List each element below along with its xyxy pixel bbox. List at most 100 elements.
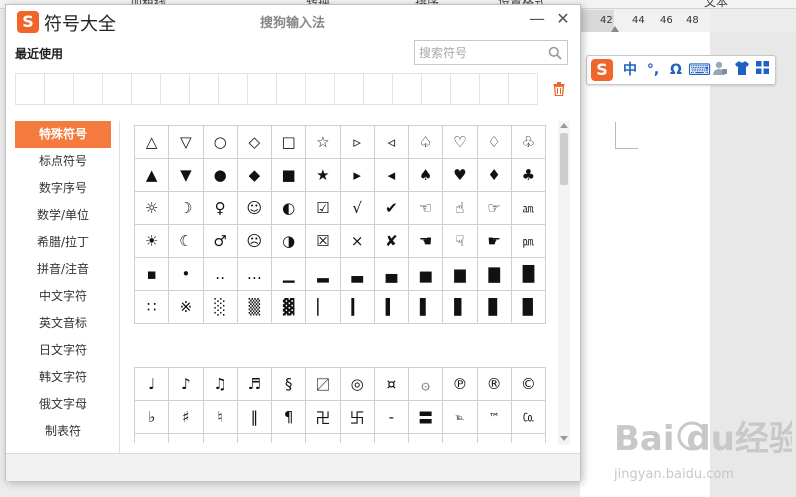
symbol-cell[interactable]: ◎ [340,368,375,401]
recent-symbol-cell[interactable] [305,73,335,105]
symbol-cell[interactable]: ░ [203,291,238,324]
symbol-cell[interactable]: ◐ [272,192,307,225]
symbol-cell[interactable]: ▸ [340,159,375,192]
symbol-cell[interactable]: ♣ [511,159,546,192]
symbol-cell[interactable]: ♫ [203,368,238,401]
ime-toolbar[interactable]: S 中 °, Ω ⌨ [586,55,776,85]
symbol-cell[interactable]: ™ [477,401,512,434]
recent-symbol-cell[interactable] [247,73,277,105]
symbol-cell[interactable]: ♦ [477,159,512,192]
symbol-cell[interactable]: ♡ [443,126,478,159]
symbol-cell[interactable]: ☆ [306,126,341,159]
symbol-cell[interactable]: ▃ [340,258,375,291]
symbol-cell[interactable]: ◇ [237,126,272,159]
symbol-cell[interactable]: ■ [272,159,307,192]
sogou-logo-icon[interactable]: S [591,59,613,81]
symbol-cell[interactable] [204,434,238,443]
symbol-cell[interactable] [443,434,478,443]
symbol-cell[interactable]: ℗ [443,368,478,401]
symbol-cell[interactable]: ▹ [340,126,375,159]
symbol-cell[interactable]: ★ [306,159,341,192]
chinese-mode-icon[interactable]: 中 [621,60,639,80]
symbol-cell[interactable] [375,434,409,443]
keyboard-icon[interactable]: ⌨ [688,60,711,80]
category-item[interactable]: 制表符 [15,418,111,445]
scroll-down-arrow-icon[interactable] [560,436,568,441]
recent-symbol-cell[interactable] [363,73,393,105]
category-item[interactable]: 日文字符 [15,337,111,364]
scroll-up-arrow-icon[interactable] [560,123,568,128]
symbol-cell[interactable]: ▉ [511,291,546,324]
symbol-cell[interactable]: … [237,258,272,291]
symbol-cell[interactable]: ♤ [409,126,444,159]
recent-symbol-cell[interactable] [392,73,422,105]
search-icon[interactable] [548,46,562,60]
recent-symbol-cell[interactable] [218,73,248,105]
symbol-cell[interactable]: ✔ [374,192,409,225]
symbol-cell[interactable]: ▍ [374,291,409,324]
recent-symbol-cell[interactable] [334,73,364,105]
symbol-cell[interactable]: ¤ [374,368,409,401]
symbol-cell[interactable]: □ [272,126,307,159]
symbol-cell[interactable]: ♀ [203,192,238,225]
symbol-cell[interactable]: ▊ [477,291,512,324]
category-item[interactable]: 拼音/注音 [15,256,111,283]
symbol-cell[interactable] [306,434,341,443]
symbol-cell[interactable]: △ [135,126,170,159]
symbol-cell[interactable]: ▆ [443,258,478,291]
symbol-cell[interactable]: ▅ [409,258,444,291]
symbol-cell[interactable]: ☛ [477,225,512,258]
symbol-cell[interactable] [478,434,512,443]
skin-shirt-icon[interactable] [733,60,751,80]
symbol-cell[interactable]: ▼ [169,159,204,192]
symbol-cell[interactable]: ☞ [477,192,512,225]
symbol-cell[interactable] [169,434,204,443]
symbol-cell[interactable]: ▂ [306,258,341,291]
recent-symbol-cell[interactable] [450,73,480,105]
punctuation-icon[interactable]: °, [644,60,662,80]
category-item[interactable]: 英文音标 [15,310,111,337]
symbol-cell[interactable]: ‥ [203,258,238,291]
symbol-cell[interactable]: ♂ [203,225,238,258]
recent-symbol-cell[interactable] [15,73,45,105]
recent-symbol-cell[interactable] [131,73,161,105]
symbol-cell[interactable]: ♧ [511,126,546,159]
symbol-cell[interactable]: ○ [203,126,238,159]
symbol-cell[interactable]: ♠ [409,159,444,192]
category-item[interactable]: 数字序号 [15,175,111,202]
symbol-cell[interactable]: ☑ [306,192,341,225]
recent-symbol-cell[interactable] [276,73,306,105]
symbol-cell[interactable]: ☽ [169,192,204,225]
symbol-cell[interactable]: ℡ [443,401,478,434]
symbol-cell[interactable]: ◃ [374,126,409,159]
symbol-cell[interactable]: ☺ [237,192,272,225]
symbol-cell[interactable] [512,434,546,443]
symbol-cell[interactable]: ▁ [272,258,307,291]
symbol-icon[interactable]: Ω [667,60,685,80]
symbol-cell[interactable] [341,434,375,443]
symbol-cell[interactable]: █ [511,258,546,291]
symbol-cell[interactable]: ☜ [409,192,444,225]
symbol-cell[interactable]: ▋ [443,291,478,324]
symbol-cell[interactable] [409,434,444,443]
grid-menu-icon[interactable] [753,60,771,80]
category-item[interactable]: 数学/单位 [15,202,111,229]
symbol-cell[interactable]: ▇ [477,258,512,291]
symbol-cell[interactable]: ㏂ [511,192,546,225]
document-page[interactable] [580,32,710,497]
symbol-cell[interactable]: ☾ [169,225,204,258]
user-icon[interactable] [711,60,729,80]
symbol-cell[interactable]: 〓 [409,401,444,434]
symbol-cell[interactable]: ♩ [135,368,170,401]
symbol-cell[interactable]: ㏘ [511,225,546,258]
symbol-cell[interactable]: ▪ [135,258,170,291]
symbol-cell[interactable]: ∷ [135,291,170,324]
symbol-cell[interactable]: ♭ [135,401,170,434]
category-item[interactable]: 俄文字母 [15,391,111,418]
symbol-cell[interactable]: 卐 [340,401,375,434]
symbol-cell[interactable]: ☼ [135,192,170,225]
symbol-cell[interactable]: ◂ [374,159,409,192]
symbol-cell[interactable]: ▽ [169,126,204,159]
symbol-cell[interactable]: © [511,368,546,401]
recent-symbol-cell[interactable] [189,73,219,105]
